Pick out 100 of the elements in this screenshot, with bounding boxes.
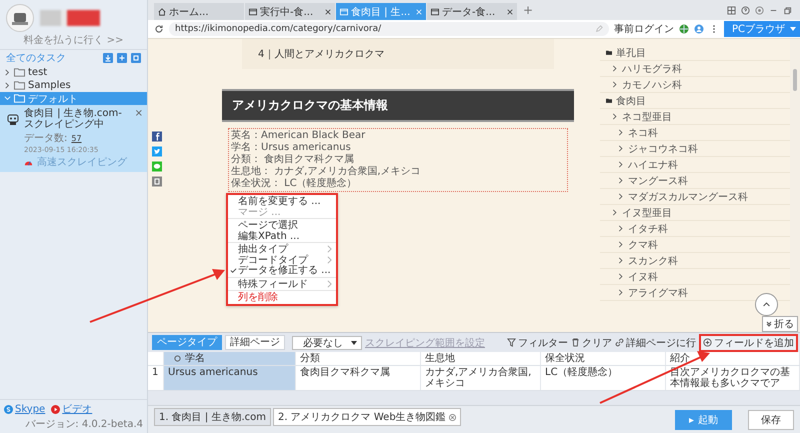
- add-icon[interactable]: [117, 53, 127, 63]
- data-count[interactable]: 57: [71, 134, 82, 142]
- login-button[interactable]: 事前ログイン: [614, 22, 674, 36]
- category-link[interactable]: ジャコウネコ科: [628, 142, 698, 156]
- add-field-button[interactable]: フィールドを追加: [699, 334, 798, 352]
- facebook-icon[interactable]: [152, 131, 162, 142]
- category-link[interactable]: ネコ型亜目: [622, 110, 672, 124]
- folder-icon: [14, 81, 25, 90]
- column-header[interactable]: 生息地: [421, 352, 541, 365]
- chevron-right-icon: [618, 161, 624, 168]
- select-field[interactable]: 必要なし: [292, 336, 362, 350]
- chevron-right-icon: [618, 177, 624, 184]
- section-title: 全てのタスク: [6, 52, 67, 65]
- menu-item[interactable]: 名前を変更する ...: [228, 196, 336, 206]
- page-icon: [431, 8, 439, 16]
- radio-icon: [174, 355, 181, 362]
- category-link[interactable]: イタチ科: [628, 222, 668, 236]
- menu-item[interactable]: デコードタイプ: [228, 254, 336, 265]
- tool-button[interactable]: 詳細ページに行: [615, 336, 696, 350]
- table-cell[interactable]: LC（軽度懸念）: [541, 366, 666, 390]
- category-link[interactable]: カモノハシ科: [622, 78, 682, 92]
- link-icon: [615, 338, 624, 347]
- restore-icon[interactable]: [783, 6, 792, 14]
- column-header[interactable]: 学名: [164, 352, 296, 365]
- footer-link[interactable]: Skype: [15, 404, 46, 414]
- page-type-tab[interactable]: 詳細ページ: [225, 335, 285, 350]
- category-link[interactable]: アライグマ科: [628, 286, 688, 300]
- url-field[interactable]: https://ikimonopedia.com/category/carnivora/: [169, 22, 609, 36]
- menu-item[interactable]: 抽出タイプ: [228, 244, 336, 254]
- page-tab[interactable]: 1. 食肉目 | 生き物.com: [154, 408, 271, 426]
- close-button[interactable]: ×: [134, 108, 143, 119]
- category-link[interactable]: イヌ型亜目: [622, 206, 672, 220]
- data-count-label: データ数:: [24, 132, 68, 145]
- folder-row[interactable]: test: [0, 66, 147, 79]
- close-icon[interactable]: [507, 8, 513, 14]
- menu-item[interactable]: データを修正する ...: [228, 265, 336, 276]
- table-cell[interactable]: カナダ,アメリカ合衆国,メキシコ: [421, 366, 541, 390]
- skype-icon: [4, 404, 13, 414]
- collapse-button[interactable]: 折る: [762, 316, 798, 332]
- category-link[interactable]: 単孔目: [616, 46, 646, 60]
- menu-item[interactable]: 編集XPath ...: [228, 230, 336, 241]
- menu-item[interactable]: ページで選択: [228, 220, 336, 230]
- plus-circle-icon: [703, 338, 712, 347]
- category-link[interactable]: マングース科: [628, 174, 688, 188]
- folder-icon: [606, 49, 612, 56]
- help-icon[interactable]: [741, 6, 750, 14]
- caret-down-icon: [351, 340, 357, 344]
- category-link[interactable]: ハリモグラ科: [622, 62, 682, 76]
- chat-icon[interactable]: [152, 161, 162, 172]
- bookmark-icon[interactable]: [152, 176, 162, 187]
- new-tab-button[interactable]: +: [518, 3, 538, 17]
- chevron-right-icon: [618, 145, 624, 152]
- column-header[interactable]: 分類: [296, 352, 421, 365]
- page-icon: [340, 8, 348, 16]
- table-cell[interactable]: Ursus americanus: [164, 366, 296, 390]
- page-tab[interactable]: 2. アメリカクロクマ Web生き物図鑑: [272, 408, 461, 426]
- check-icon: [230, 266, 236, 274]
- user-icon[interactable]: [694, 24, 704, 34]
- download-icon[interactable]: [103, 53, 113, 63]
- column-header[interactable]: 保全状況: [541, 352, 666, 365]
- video-icon: [51, 404, 60, 414]
- browser-tab[interactable]: 実行中-食...: [245, 3, 335, 20]
- category-link[interactable]: イヌ科: [628, 270, 658, 284]
- folder-icon: [14, 94, 25, 103]
- toc-item[interactable]: 4｜人間とアメリカクロクマ: [258, 47, 384, 61]
- close-icon[interactable]: [325, 8, 331, 14]
- reload-icon[interactable]: [154, 24, 164, 34]
- menu-item[interactable]: 列を削除: [228, 292, 336, 302]
- back-to-top-button[interactable]: [755, 293, 778, 316]
- avatar-icon: [6, 4, 34, 32]
- footer-link[interactable]: ビデオ: [62, 402, 92, 416]
- mode-label: 高速スクレイピング: [37, 156, 127, 169]
- chevron-right-icon: [618, 273, 624, 280]
- category-link[interactable]: ハイエナ科: [628, 158, 678, 172]
- category-link[interactable]: スカンク科: [628, 254, 678, 268]
- category-link[interactable]: クマ科: [628, 238, 658, 252]
- export-icon[interactable]: [131, 53, 141, 63]
- chevron-right-icon: [612, 65, 618, 72]
- tool-button[interactable]: フィルター: [507, 336, 568, 350]
- chevron-right-icon: [618, 241, 624, 248]
- category-link[interactable]: ネコ科: [628, 126, 658, 140]
- browser-tab[interactable]: ホーム...: [154, 3, 244, 20]
- folder-row[interactable]: Samples: [0, 79, 147, 92]
- menu-item[interactable]: 特殊フィールド: [228, 278, 336, 289]
- info-line: 保全状況： LC（軽度懸念）: [231, 178, 358, 190]
- info-line: 学名：Ursus americanus: [231, 142, 352, 154]
- table-cell[interactable]: 食肉目クマ科クマ属: [296, 366, 421, 390]
- tool-button[interactable]: クリア: [571, 336, 612, 350]
- category-link[interactable]: 食肉目: [616, 94, 646, 108]
- twitter-icon[interactable]: [152, 146, 162, 157]
- save-button[interactable]: 保存: [748, 410, 794, 430]
- settings-icon[interactable]: [755, 6, 764, 14]
- folder-icon: [606, 97, 612, 104]
- category-link[interactable]: マダガスカルマングース科: [628, 190, 748, 204]
- chevron-right-icon: [327, 280, 332, 288]
- browser-tab[interactable]: データ-食...: [427, 3, 517, 20]
- info-line: 分類： 食肉目クマ科クマ属: [231, 154, 356, 166]
- globe-icon[interactable]: [678, 24, 689, 34]
- grid-icon[interactable]: [727, 6, 736, 14]
- scrollbar-thumb[interactable]: [793, 69, 797, 91]
